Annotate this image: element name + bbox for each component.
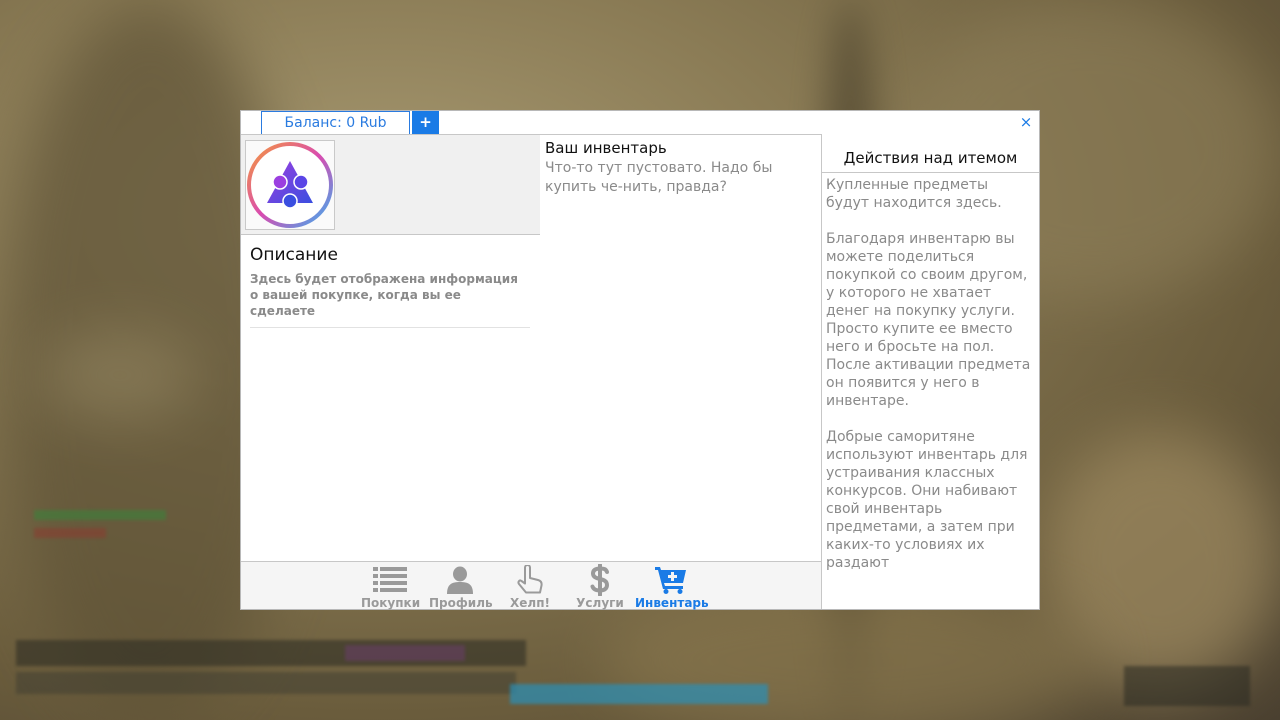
close-icon[interactable]: × [1019,113,1033,131]
sidebar-paragraph: Добрые саморитяне используют инвентарь д… [826,429,1028,571]
hud-health-bar [34,510,166,520]
balance-tab[interactable]: Баланс: 0 Rub [261,111,410,135]
hud-armor-bar [34,528,106,538]
window-tabbar: Баланс: 0 Rub + × [241,111,1039,135]
inventory-pane: Ваш инвентарь Что-то тут пустовато. Надо… [540,135,820,562]
hud-chat-highlight [345,645,465,661]
cart-plus-icon [655,567,686,594]
nav-item-profile[interactable]: Профиль [429,564,493,610]
nav-item-inventory[interactable]: Инвентарь [635,564,709,610]
item-preview-pane [241,135,540,235]
main-content: Описание Здесь будет отображена информац… [241,134,821,561]
sidebar-paragraph: Купленные предметы будут находится здесь… [826,177,1002,211]
description-title: Описание [250,245,338,265]
hud-hotbar [16,672,516,694]
sidebar-paragraph: Благодаря инвентарю вы можете поделиться… [826,231,1031,409]
inventory-title: Ваш инвентарь [545,139,667,157]
nav-item-purchases[interactable]: Покупки [361,564,421,610]
nav-item-services[interactable]: Услуги [573,564,627,610]
list-icon [373,567,407,592]
sidebar-title: Действия над итемом [822,134,1039,173]
dollar-icon [590,564,610,596]
hud-ammo-panel [1124,666,1250,706]
nav-label: Хелп! [510,596,550,610]
sidebar-text: Купленные предметы будут находится здесь… [822,173,1039,593]
nav-label: Покупки [361,596,421,610]
item-thumbnail[interactable] [245,140,335,230]
inventory-empty-text: Что-то тут пустовато. Надо бы купить че-… [545,160,773,195]
add-funds-button[interactable]: + [412,111,439,134]
nav-label: Услуги [576,596,624,610]
nav-label: Профиль [429,596,493,610]
hand-pointer-icon [517,565,543,594]
donate-shop-window: Баланс: 0 Rub + × Описание Здесь будет о… [240,110,1040,610]
bottom-nav: Покупки Профиль Хелп! Услуги Инвентарь [241,561,821,610]
hud-progress-bar [510,684,768,704]
description-section: Описание Здесь будет отображена информац… [250,245,530,328]
item-actions-sidebar: Действия над итемом Купленные предметы б… [821,134,1039,609]
logo-icon [247,142,333,228]
description-text: Здесь будет отображена информация о ваше… [250,272,518,318]
nav-label: Инвентарь [635,596,709,610]
user-icon [447,566,473,594]
nav-item-help[interactable]: Хелп! [503,564,557,610]
